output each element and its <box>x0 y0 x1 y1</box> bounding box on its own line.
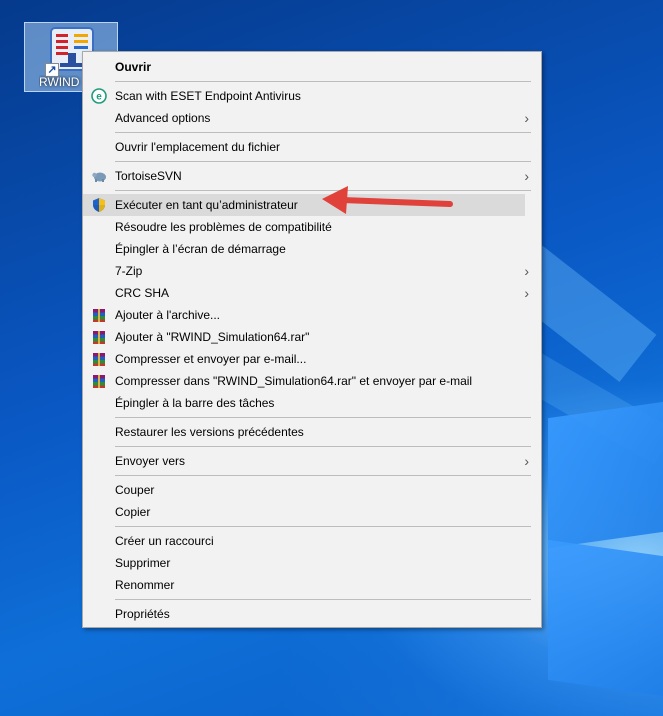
menu-separator <box>115 81 531 82</box>
menu-item-label: Envoyer vers <box>115 454 186 468</box>
menu-item-executer-en-tant-qu-administrateur[interactable]: Exécuter en tant qu’administrateur <box>83 194 525 216</box>
svg-text:e: e <box>96 92 102 103</box>
menu-separator <box>115 599 531 600</box>
menu-item-label: Supprimer <box>115 556 171 570</box>
menu-item-label: Scan with ESET Endpoint Antivirus <box>115 89 301 103</box>
menu-item-envoyer-vers[interactable]: Envoyer vers › <box>83 450 541 472</box>
menu-item-label: Épingler à l’écran de démarrage <box>115 242 286 256</box>
menu-item-epingler-a-la-barre-des-taches[interactable]: Épingler à la barre des tâches <box>83 392 541 414</box>
menu-item-proprietes[interactable]: Propriétés <box>83 603 541 625</box>
chevron-right-icon: › <box>524 168 529 184</box>
chevron-right-icon: › <box>524 453 529 469</box>
menu-item-ajouter-a-l-archive[interactable]: Ajouter à l'archive... <box>83 304 541 326</box>
menu-item-label: Renommer <box>115 578 175 592</box>
menu-item-label: Exécuter en tant qu’administrateur <box>115 198 298 212</box>
menu-item-ouvrir-l-emplacement-du-fichier[interactable]: Ouvrir l'emplacement du fichier <box>83 136 541 158</box>
menu-item-label: Couper <box>115 483 155 497</box>
menu-separator <box>115 475 531 476</box>
menu-item-7-zip[interactable]: 7-Zip › <box>83 260 541 282</box>
menu-item-label: Ajouter à "RWIND_Simulation64.rar" <box>115 330 310 344</box>
tortoisesvn-icon <box>91 168 107 184</box>
menu-item-resoudre-les-problemes-de-compatibilite[interactable]: Résoudre les problèmes de compatibilité <box>83 216 541 238</box>
menu-separator <box>115 446 531 447</box>
menu-separator <box>115 132 531 133</box>
menu-item-label: Ajouter à l'archive... <box>115 308 221 322</box>
chevron-right-icon: › <box>524 110 529 126</box>
menu-item-couper[interactable]: Couper <box>83 479 541 501</box>
menu-item-compresser-et-envoyer-par-e-mail[interactable]: Compresser et envoyer par e-mail... <box>83 348 541 370</box>
eset-icon: e <box>91 88 107 104</box>
menu-item-label: TortoiseSVN <box>115 169 182 183</box>
menu-item-label: Résoudre les problèmes de compatibilité <box>115 220 332 234</box>
menu-item-advanced-options[interactable]: Advanced options › <box>83 107 541 129</box>
uac-shield-icon <box>91 197 107 213</box>
menu-item-scan-with-eset-endpoint-antivirus[interactable]: e Scan with ESET Endpoint Antivirus <box>83 85 541 107</box>
menu-item-creer-un-raccourci[interactable]: Créer un raccourci <box>83 530 541 552</box>
menu-item-label: Restaurer les versions précédentes <box>115 425 304 439</box>
menu-item-label: Propriétés <box>115 607 170 621</box>
winrar-icon <box>91 373 107 389</box>
window-logo-pane <box>548 539 663 697</box>
menu-item-label: Copier <box>115 505 151 519</box>
context-menu: Ouvrir e Scan with ESET Endpoint Antivirus… <box>82 51 542 628</box>
winrar-icon <box>91 329 107 345</box>
menu-item-label: Créer un raccourci <box>115 534 214 548</box>
menu-item-restaurer-les-versions-precedentes[interactable]: Restaurer les versions précédentes <box>83 421 541 443</box>
menu-item-ajouter-a-rwind-simulation64-rar[interactable]: Ajouter à "RWIND_Simulation64.rar" <box>83 326 541 348</box>
winrar-icon <box>91 351 107 367</box>
menu-item-renommer[interactable]: Renommer <box>83 574 541 596</box>
menu-separator <box>115 417 531 418</box>
menu-item-compresser-dans-rwind-simulation64-rar-et-envoyer-par-e-mail[interactable]: Compresser dans "RWIND_Simulation64.rar"… <box>83 370 541 392</box>
menu-separator <box>115 161 531 162</box>
winrar-icon <box>91 307 107 323</box>
chevron-right-icon: › <box>524 285 529 301</box>
window-logo-pane <box>548 401 663 549</box>
menu-item-label: Compresser et envoyer par e-mail... <box>115 352 307 366</box>
menu-item-copier[interactable]: Copier <box>83 501 541 523</box>
menu-item-ouvrir[interactable]: Ouvrir <box>83 56 541 78</box>
menu-item-label: Ouvrir <box>115 60 152 74</box>
menu-item-label: Épingler à la barre des tâches <box>115 396 275 410</box>
chevron-right-icon: › <box>524 263 529 279</box>
menu-item-supprimer[interactable]: Supprimer <box>83 552 541 574</box>
menu-item-label: 7-Zip <box>115 264 143 278</box>
menu-item-crc-sha[interactable]: CRC SHA › <box>83 282 541 304</box>
menu-item-label: Ouvrir l'emplacement du fichier <box>115 140 281 154</box>
menu-item-label: CRC SHA <box>115 286 170 300</box>
menu-item-epingler-a-l-ecran-de-demarrage[interactable]: Épingler à l’écran de démarrage <box>83 238 541 260</box>
menu-item-label: Advanced options <box>115 111 211 125</box>
menu-item-tortoisesvn[interactable]: TortoiseSVN › <box>83 165 541 187</box>
menu-item-label: Compresser dans "RWIND_Simulation64.rar"… <box>115 374 473 388</box>
annotation-arrow <box>322 186 453 214</box>
menu-separator <box>115 526 531 527</box>
